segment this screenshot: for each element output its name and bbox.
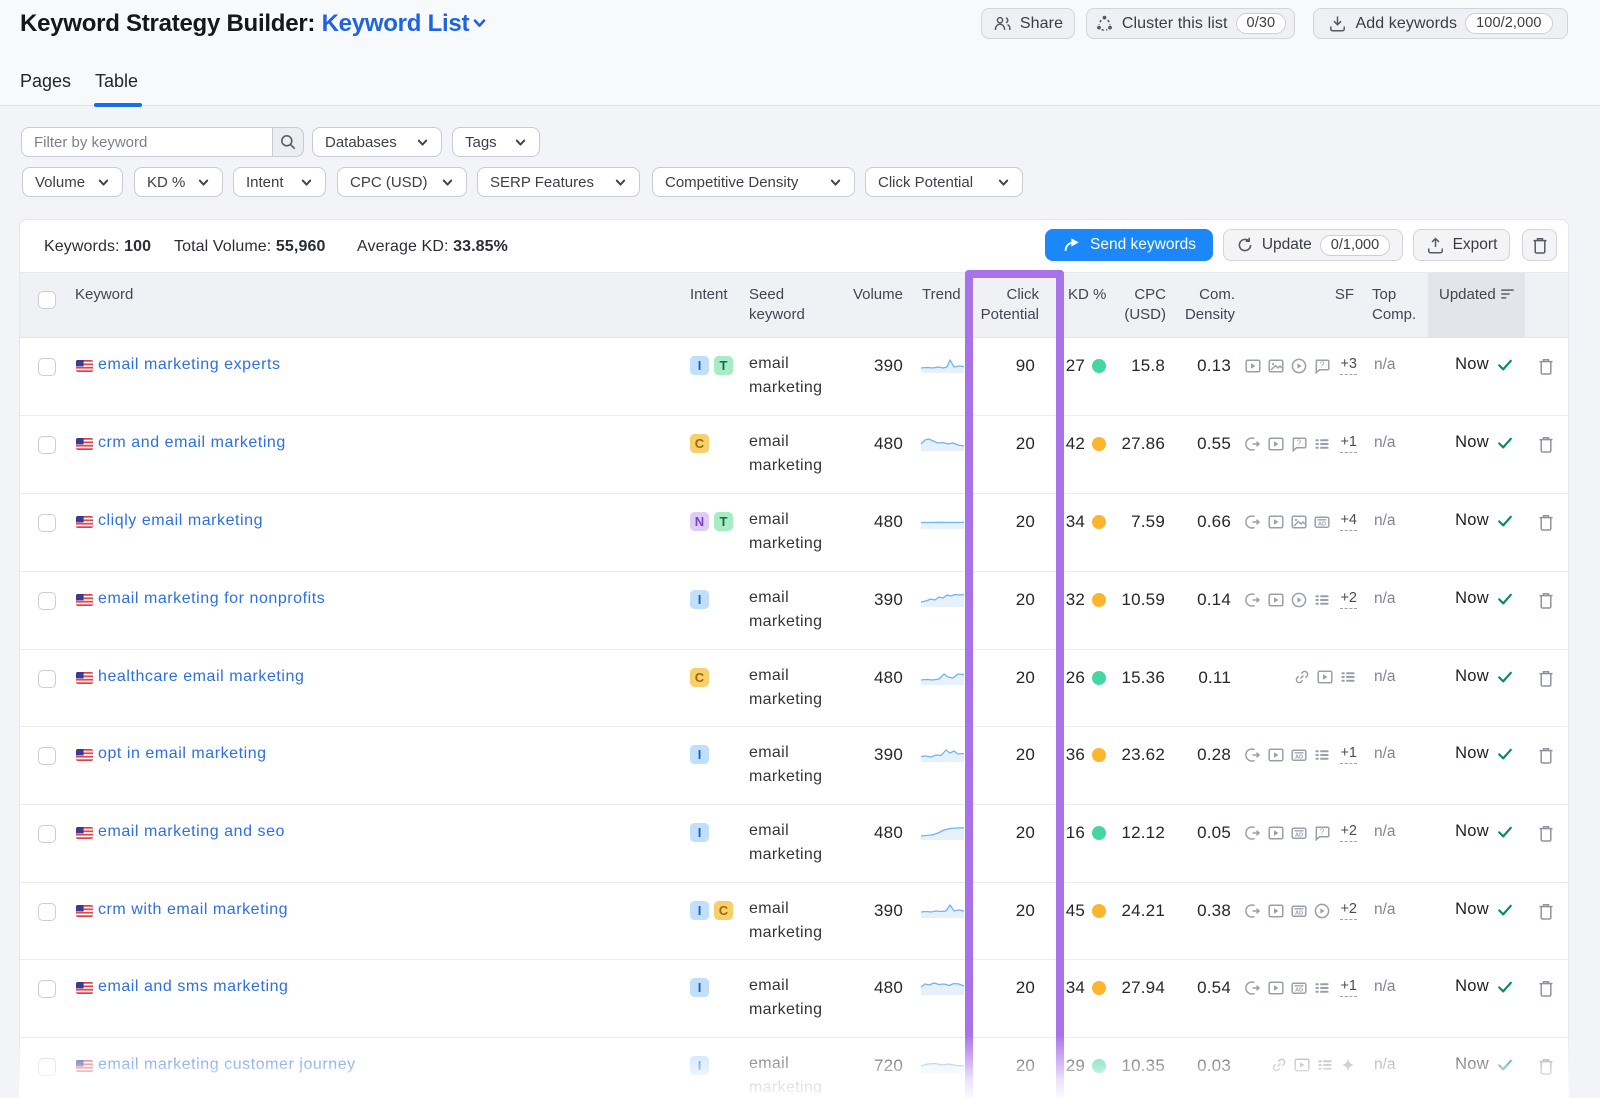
svg-text:AD: AD — [1295, 754, 1303, 760]
svg-text:AD: AD — [1295, 987, 1303, 993]
svg-text:AD: AD — [1318, 521, 1326, 527]
svg-text:AD: AD — [1295, 832, 1303, 838]
svg-text:?: ? — [1320, 360, 1325, 369]
svg-text:?: ? — [1297, 438, 1302, 447]
svg-text:?: ? — [1320, 827, 1325, 836]
svg-text:AD: AD — [1295, 910, 1303, 916]
